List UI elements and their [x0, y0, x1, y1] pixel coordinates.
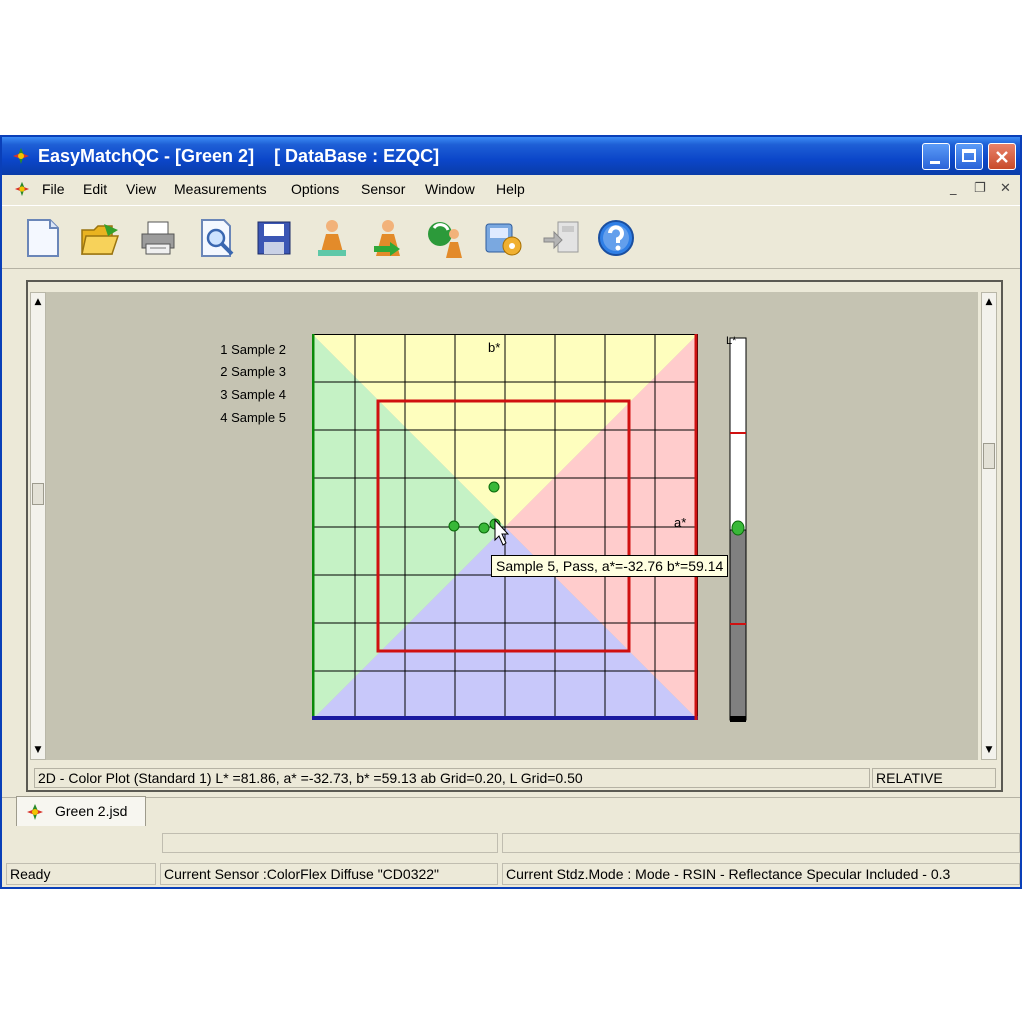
plot-status-bar: 2D - Color Plot (Standard 1) L* =81.86, … — [34, 768, 996, 788]
measure-sample-icon[interactable] — [366, 216, 410, 260]
save-disk-icon[interactable] — [252, 216, 296, 260]
legend-item[interactable]: 3 Sample 4 — [220, 387, 286, 402]
left-scrollbar[interactable]: ▲ ▼ — [30, 292, 46, 760]
app-logo-icon — [13, 148, 29, 164]
toolbar — [2, 205, 1020, 269]
status-ready: Ready — [6, 863, 156, 885]
scroll-thumb[interactable] — [32, 483, 44, 505]
sample-point[interactable] — [448, 520, 460, 532]
new-document-icon[interactable] — [20, 216, 64, 260]
sensor-setup-icon[interactable] — [482, 216, 526, 260]
standardize-icon[interactable] — [424, 216, 468, 260]
menu-view[interactable]: View — [126, 181, 156, 197]
menu-file[interactable]: File — [42, 181, 65, 197]
plot-area: 1 Sample 2 2 Sample 3 3 Sample 4 4 Sampl… — [46, 292, 978, 760]
l-bar-base — [730, 716, 746, 722]
minimize-button[interactable] — [922, 143, 950, 170]
open-folder-icon[interactable] — [78, 216, 122, 260]
right-scrollbar[interactable]: ▲ ▼ — [981, 292, 997, 760]
help-icon[interactable] — [594, 216, 638, 260]
legend-item[interactable]: 4 Sample 5 — [220, 410, 286, 425]
app-window: EasyMatchQC - [Green 2] [ DataBase : EZQ… — [0, 135, 1022, 889]
scroll-down-arrow-icon[interactable]: ▼ — [31, 741, 45, 759]
document-tab[interactable]: Green 2.jsd — [16, 796, 146, 826]
menu-bar: File Edit View Measurements Options Sens… — [2, 175, 1020, 203]
document-tab-icon — [27, 804, 43, 820]
maximize-button[interactable] — [955, 143, 983, 170]
menu-options[interactable]: Options — [291, 181, 339, 197]
menu-sensor[interactable]: Sensor — [361, 181, 405, 197]
title-bar[interactable]: EasyMatchQC - [Green 2] [ DataBase : EZQ… — [2, 137, 1020, 175]
l-sample-point[interactable] — [731, 520, 745, 536]
l-axis-label: L* — [726, 336, 737, 347]
scroll-thumb[interactable] — [983, 443, 995, 469]
status-upper-cell — [502, 833, 1020, 853]
l-lightness-bar[interactable]: L* — [726, 336, 752, 724]
close-icon — [996, 151, 1008, 163]
b-axis-label: b* — [488, 340, 500, 355]
mdi-minimize-button[interactable]: _ — [950, 181, 957, 196]
status-upper-cell — [162, 833, 498, 853]
status-bar: Ready Current Sensor :ColorFlex Diffuse … — [2, 833, 1020, 887]
legend-item[interactable]: 1 Sample 2 — [220, 342, 286, 357]
mdi-close-button[interactable]: ✕ — [1000, 181, 1011, 196]
point-tooltip: Sample 5, Pass, a*=-32.76 b*=59.14 — [491, 555, 729, 577]
menu-window[interactable]: Window — [425, 181, 475, 197]
print-preview-icon[interactable] — [194, 216, 238, 260]
close-button[interactable] — [988, 143, 1016, 170]
menu-measurements[interactable]: Measurements — [174, 181, 267, 197]
mdi-restore-button[interactable]: ❐ — [974, 181, 986, 196]
legend-item[interactable]: 2 Sample 3 — [220, 364, 286, 379]
scroll-up-arrow-icon[interactable]: ▲ — [31, 293, 45, 311]
a-axis-label: a* — [674, 515, 686, 530]
scroll-down-arrow-icon[interactable]: ▼ — [982, 741, 996, 759]
document-menu-icon[interactable] — [12, 181, 32, 197]
sample-point[interactable] — [488, 481, 500, 493]
plot-child-window: ▲ ▼ ▲ ▼ 1 Sample 2 2 Sample 3 3 Sample 4… — [26, 280, 1003, 792]
tab-divider — [2, 797, 1020, 798]
print-icon[interactable] — [136, 216, 180, 260]
plot-mode: RELATIVE — [872, 768, 996, 788]
sample-legend: 1 Sample 2 2 Sample 3 3 Sample 4 4 Sampl… — [186, 342, 286, 432]
document-tab-label: Green 2.jsd — [55, 803, 128, 819]
plot-description: 2D - Color Plot (Standard 1) L* =81.86, … — [34, 768, 870, 788]
status-sensor: Current Sensor :ColorFlex Diffuse "CD032… — [160, 863, 498, 885]
status-stdz-mode: Current Stdz.Mode : Mode - RSIN - Reflec… — [502, 863, 1020, 885]
menu-help[interactable]: Help — [496, 181, 525, 197]
sample-point[interactable] — [478, 522, 490, 534]
measure-standard-icon[interactable] — [310, 216, 354, 260]
scroll-up-arrow-icon[interactable]: ▲ — [982, 293, 996, 311]
menu-edit[interactable]: Edit — [83, 181, 107, 197]
export-icon[interactable] — [540, 216, 584, 260]
window-title: EasyMatchQC - [Green 2] [ DataBase : EZQ… — [38, 146, 440, 166]
ab-color-plot[interactable]: b* a* — [312, 334, 698, 724]
